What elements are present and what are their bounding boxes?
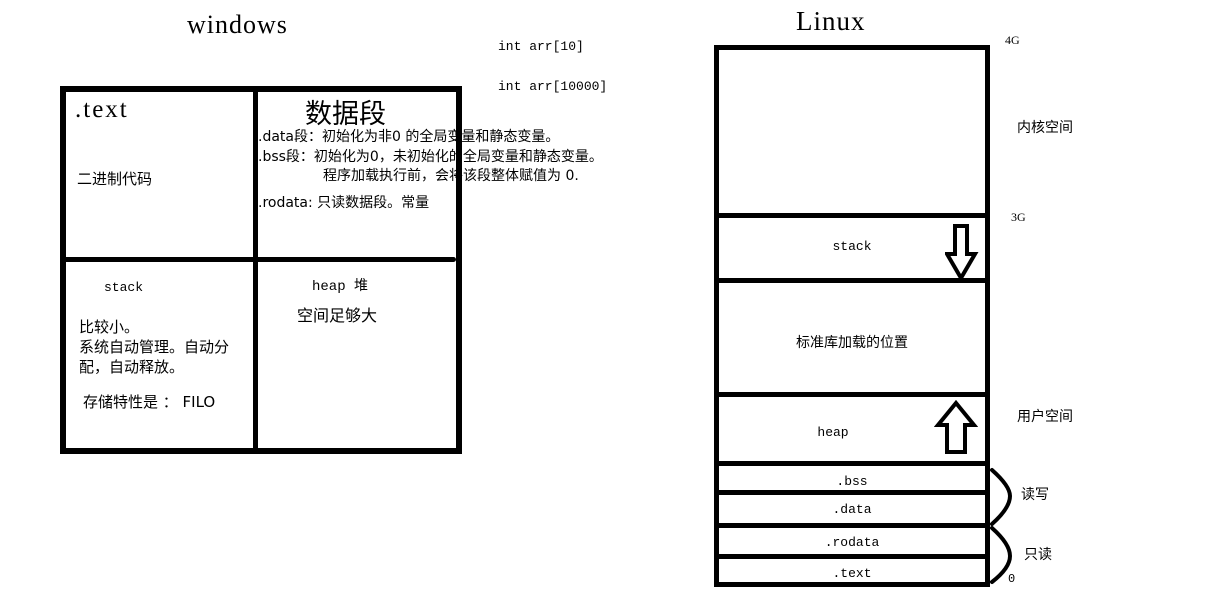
text-section-heading: .text — [75, 96, 129, 123]
code-note-array-small: int arr[10] — [498, 39, 584, 54]
address-mark-0: 0 — [1008, 572, 1016, 586]
grid-border-bottom — [60, 448, 462, 454]
segment-divider — [714, 523, 990, 528]
segment-label-stdlib: 标准库加载的位置 — [796, 335, 908, 351]
kernel-space-label: 内核空间 — [1017, 120, 1073, 136]
brace-icon — [990, 468, 1013, 584]
read-only-label: 只读 — [1024, 547, 1052, 563]
segment-divider — [714, 461, 990, 466]
segment-label-data: .data — [832, 502, 872, 517]
stack-section-line: 配，自动释放。 — [79, 358, 185, 376]
stack-section-heading: stack — [104, 280, 144, 295]
data-section-line: .bss段：初始化为0，未初始化的全局变量和静态变量。 — [258, 149, 603, 165]
segment-label-text: .text — [832, 566, 872, 581]
segment-label-rodata: .rodata — [824, 535, 880, 550]
segment-label-bss: .bss — [836, 474, 868, 489]
segment-divider — [714, 392, 990, 397]
layout-border-top — [714, 45, 990, 50]
stack-grows-down-arrow-icon — [945, 224, 979, 282]
text-section-description: 二进制代码 — [77, 170, 153, 188]
grid-divider-horizontal — [60, 257, 456, 262]
stack-section-line: 比较小。 — [79, 318, 140, 336]
data-section-line: .data段：初始化为非0 的全局变量和静态变量。 — [258, 129, 560, 145]
windows-title: windows — [187, 10, 288, 39]
data-section-line: 程序加载执行前，会将该段整体赋值为 0. — [323, 168, 579, 184]
code-note-array-large: int arr[10000] — [498, 79, 608, 94]
stack-section-line: 系统自动管理。自动分 — [79, 338, 230, 356]
heap-section-description: 空间足够大 — [297, 306, 378, 325]
segment-divider — [714, 490, 990, 495]
layout-border-bottom — [714, 582, 990, 587]
read-write-label: 读写 — [1021, 487, 1049, 503]
heap-section-heading: heap 堆 — [312, 279, 369, 295]
segment-divider — [714, 213, 990, 218]
address-mark-3g: 3G — [1011, 210, 1026, 224]
heap-grows-up-arrow-icon — [934, 400, 978, 454]
user-space-label: 用户空间 — [1017, 409, 1073, 425]
linux-title: Linux — [796, 6, 866, 36]
grid-border-left — [60, 86, 66, 454]
address-mark-4g: 4G — [1005, 33, 1020, 47]
segment-label-heap: heap — [817, 425, 849, 440]
grid-border-top — [60, 86, 462, 92]
segment-divider — [714, 554, 990, 559]
data-section-line: .rodata: 只读数据段。常量 — [258, 195, 430, 211]
stack-section-line: 存储特性是 ： FILO — [83, 393, 216, 411]
